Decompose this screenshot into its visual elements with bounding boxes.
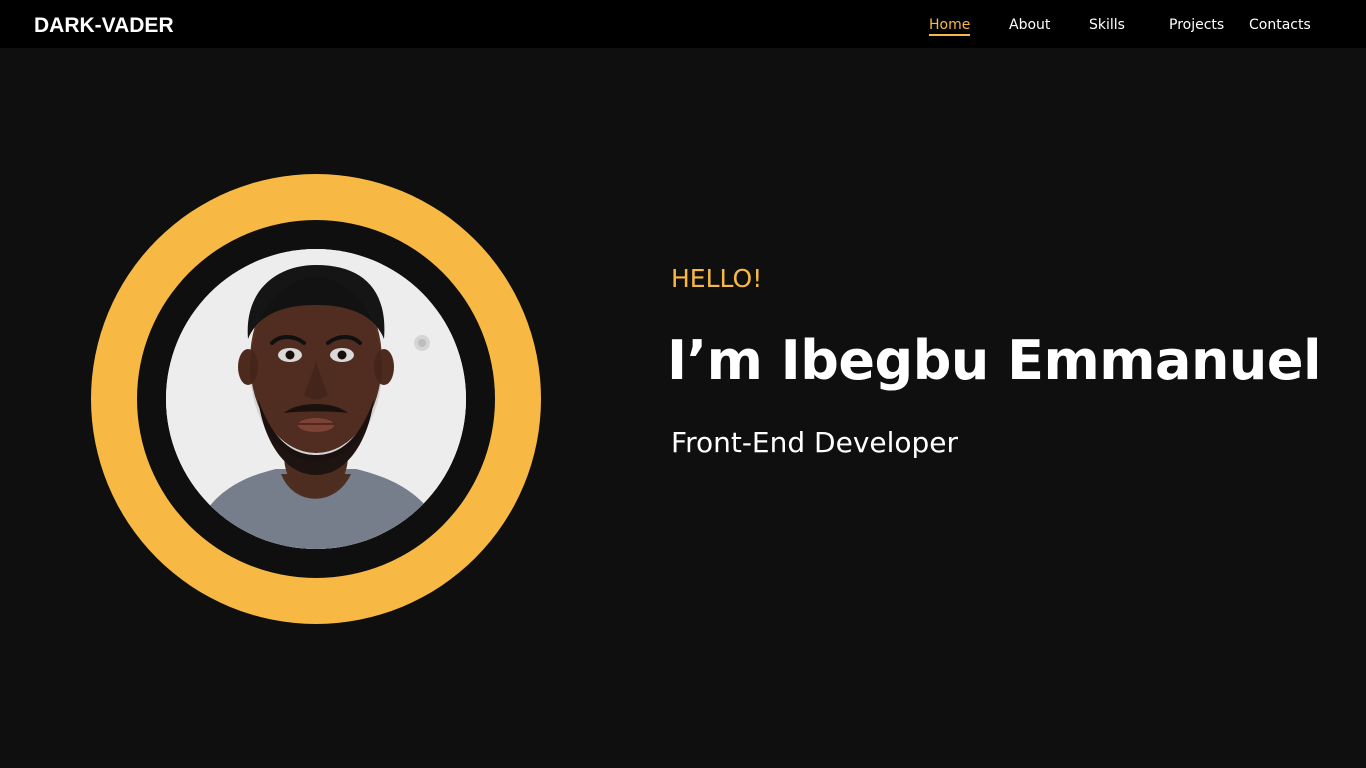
top-navbar: DARK-VADER Home About Skills Projects Co… xyxy=(0,0,1366,48)
nav-link-projects[interactable]: Projects xyxy=(1169,16,1224,34)
greeting-text: HELLO! xyxy=(671,264,763,293)
hero-role: Front-End Developer xyxy=(671,426,959,459)
hero-headline: I’m Ibegbu Emmanuel xyxy=(667,329,1321,392)
nav-link-contacts[interactable]: Contacts xyxy=(1249,16,1311,34)
profile-photo-icon xyxy=(166,249,466,549)
brand-logo[interactable]: DARK-VADER xyxy=(34,13,174,39)
nav-link-skills[interactable]: Skills xyxy=(1089,16,1125,34)
profile-avatar xyxy=(166,249,466,549)
nav-link-home[interactable]: Home xyxy=(929,16,971,36)
nav-link-about[interactable]: About xyxy=(1009,16,1050,34)
